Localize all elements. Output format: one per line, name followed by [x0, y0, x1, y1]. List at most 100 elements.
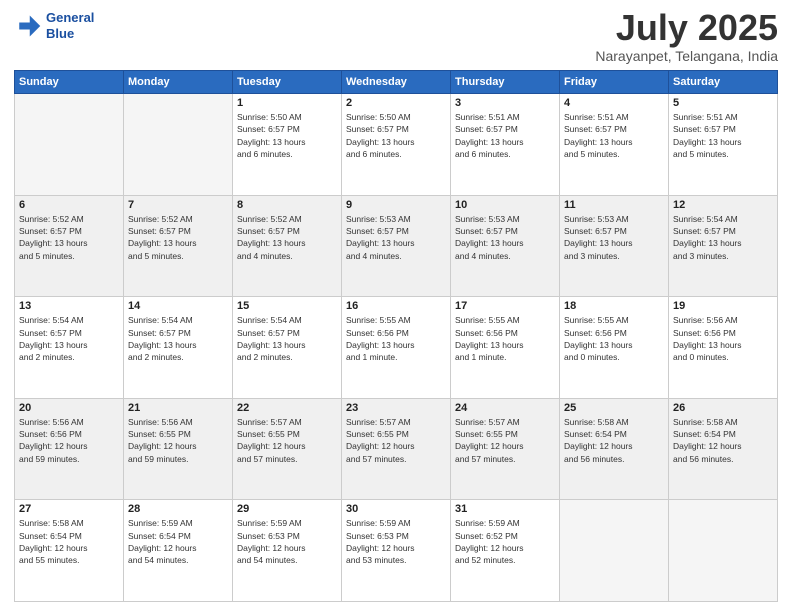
day-info: Sunrise: 5:52 AM Sunset: 6:57 PM Dayligh…: [237, 213, 337, 262]
calendar-header-wednesday: Wednesday: [342, 71, 451, 94]
calendar-header-sunday: Sunday: [15, 71, 124, 94]
calendar-week-row: 6 Sunrise: 5:52 AM Sunset: 6:57 PM Daylig…: [15, 195, 778, 297]
day-number: 3: [455, 97, 555, 109]
day-number: 24: [455, 402, 555, 414]
calendar-cell: [560, 500, 669, 602]
day-number: 31: [455, 503, 555, 515]
calendar-week-row: 1Sunrise: 5:50 AM Sunset: 6:57 PM Daylig…: [15, 94, 778, 196]
day-number: 12: [673, 199, 773, 211]
day-number: 8: [237, 199, 337, 211]
calendar-cell: 3 Sunrise: 5:51 AM Sunset: 6:57 PM Daylig…: [451, 94, 560, 196]
day-number: 5: [673, 97, 773, 109]
logo-icon: [14, 12, 42, 40]
calendar-cell: 11 Sunrise: 5:53 AM Sunset: 6:57 PM Dayli…: [560, 195, 669, 297]
calendar-week-row: 20Sunrise: 5:56 AM Sunset: 6:56 PM Dayli…: [15, 398, 778, 500]
calendar-cell: 27 Sunrise: 5:58 AM Sunset: 6:54 PM Dayli…: [15, 500, 124, 602]
logo: General Blue: [14, 10, 94, 41]
calendar-cell: 23Sunrise: 5:57 AM Sunset: 6:55 PM Dayli…: [342, 398, 451, 500]
calendar-cell: [669, 500, 778, 602]
calendar-header-tuesday: Tuesday: [233, 71, 342, 94]
day-info: Sunrise: 5:51 AM Sunset: 6:57 PM Dayligh…: [455, 111, 555, 160]
day-info: Sunrise: 5:54 AM Sunset: 6:57 PM Dayligh…: [237, 314, 337, 363]
calendar-cell: 18Sunrise: 5:55 AM Sunset: 6:56 PM Dayli…: [560, 297, 669, 399]
day-number: 29: [237, 503, 337, 515]
day-number: 14: [128, 300, 228, 312]
calendar-cell: 19 Sunrise: 5:56 AM Sunset: 6:56 PM Dayli…: [669, 297, 778, 399]
day-number: 19: [673, 300, 773, 312]
day-number: 11: [564, 199, 664, 211]
calendar-cell: 5 Sunrise: 5:51 AM Sunset: 6:57 PM Daylig…: [669, 94, 778, 196]
day-info: Sunrise: 5:57 AM Sunset: 6:55 PM Dayligh…: [237, 416, 337, 465]
calendar-cell: 15Sunrise: 5:54 AM Sunset: 6:57 PM Dayli…: [233, 297, 342, 399]
header: General Blue July 2025 Narayanpet, Telan…: [14, 10, 778, 64]
day-info: Sunrise: 5:50 AM Sunset: 6:57 PM Dayligh…: [346, 111, 446, 160]
calendar-cell: 7 Sunrise: 5:52 AM Sunset: 6:57 PM Daylig…: [124, 195, 233, 297]
calendar-cell: 25 Sunrise: 5:58 AM Sunset: 6:54 PM Dayli…: [560, 398, 669, 500]
calendar-cell: 13Sunrise: 5:54 AM Sunset: 6:57 PM Dayli…: [15, 297, 124, 399]
day-number: 28: [128, 503, 228, 515]
calendar-cell: [124, 94, 233, 196]
day-info: Sunrise: 5:57 AM Sunset: 6:55 PM Dayligh…: [455, 416, 555, 465]
day-info: Sunrise: 5:53 AM Sunset: 6:57 PM Dayligh…: [346, 213, 446, 262]
day-info: Sunrise: 5:53 AM Sunset: 6:57 PM Dayligh…: [564, 213, 664, 262]
day-info: Sunrise: 5:56 AM Sunset: 6:56 PM Dayligh…: [673, 314, 773, 363]
calendar-cell: 22 Sunrise: 5:57 AM Sunset: 6:55 PM Dayli…: [233, 398, 342, 500]
day-number: 6: [19, 199, 119, 211]
day-number: 4: [564, 97, 664, 109]
calendar-cell: 30 Sunrise: 5:59 AM Sunset: 6:53 PM Dayli…: [342, 500, 451, 602]
calendar-week-row: 27 Sunrise: 5:58 AM Sunset: 6:54 PM Dayli…: [15, 500, 778, 602]
day-number: 27: [19, 503, 119, 515]
page: General Blue July 2025 Narayanpet, Telan…: [0, 0, 792, 612]
day-info: Sunrise: 5:57 AM Sunset: 6:55 PM Dayligh…: [346, 416, 446, 465]
day-info: Sunrise: 5:59 AM Sunset: 6:53 PM Dayligh…: [237, 517, 337, 566]
day-info: Sunrise: 5:54 AM Sunset: 6:57 PM Dayligh…: [128, 314, 228, 363]
calendar-cell: 29 Sunrise: 5:59 AM Sunset: 6:53 PM Dayli…: [233, 500, 342, 602]
day-number: 30: [346, 503, 446, 515]
day-info: Sunrise: 5:53 AM Sunset: 6:57 PM Dayligh…: [455, 213, 555, 262]
day-info: Sunrise: 5:58 AM Sunset: 6:54 PM Dayligh…: [564, 416, 664, 465]
day-info: Sunrise: 5:55 AM Sunset: 6:56 PM Dayligh…: [346, 314, 446, 363]
calendar-table: SundayMondayTuesdayWednesdayThursdayFrid…: [14, 70, 778, 602]
day-number: 21: [128, 402, 228, 414]
day-info: Sunrise: 5:54 AM Sunset: 6:57 PM Dayligh…: [19, 314, 119, 363]
calendar-cell: 24 Sunrise: 5:57 AM Sunset: 6:55 PM Dayli…: [451, 398, 560, 500]
calendar-header-row: SundayMondayTuesdayWednesdayThursdayFrid…: [15, 71, 778, 94]
day-number: 16: [346, 300, 446, 312]
day-info: Sunrise: 5:54 AM Sunset: 6:57 PM Dayligh…: [673, 213, 773, 262]
day-info: Sunrise: 5:51 AM Sunset: 6:57 PM Dayligh…: [673, 111, 773, 160]
calendar-week-row: 13Sunrise: 5:54 AM Sunset: 6:57 PM Dayli…: [15, 297, 778, 399]
logo-text: General Blue: [46, 10, 94, 41]
calendar-cell: 28 Sunrise: 5:59 AM Sunset: 6:54 PM Dayli…: [124, 500, 233, 602]
calendar-cell: 21Sunrise: 5:56 AM Sunset: 6:55 PM Dayli…: [124, 398, 233, 500]
calendar-cell: 8 Sunrise: 5:52 AM Sunset: 6:57 PM Daylig…: [233, 195, 342, 297]
day-info: Sunrise: 5:50 AM Sunset: 6:57 PM Dayligh…: [237, 111, 337, 160]
day-info: Sunrise: 5:52 AM Sunset: 6:57 PM Dayligh…: [19, 213, 119, 262]
calendar-cell: [15, 94, 124, 196]
day-info: Sunrise: 5:56 AM Sunset: 6:56 PM Dayligh…: [19, 416, 119, 465]
calendar-cell: 20Sunrise: 5:56 AM Sunset: 6:56 PM Dayli…: [15, 398, 124, 500]
month-title: July 2025: [595, 10, 778, 46]
day-info: Sunrise: 5:59 AM Sunset: 6:53 PM Dayligh…: [346, 517, 446, 566]
calendar-header-saturday: Saturday: [669, 71, 778, 94]
day-number: 9: [346, 199, 446, 211]
day-info: Sunrise: 5:58 AM Sunset: 6:54 PM Dayligh…: [19, 517, 119, 566]
day-info: Sunrise: 5:52 AM Sunset: 6:57 PM Dayligh…: [128, 213, 228, 262]
day-number: 22: [237, 402, 337, 414]
day-info: Sunrise: 5:59 AM Sunset: 6:54 PM Dayligh…: [128, 517, 228, 566]
day-number: 25: [564, 402, 664, 414]
day-number: 7: [128, 199, 228, 211]
day-info: Sunrise: 5:59 AM Sunset: 6:52 PM Dayligh…: [455, 517, 555, 566]
location-title: Narayanpet, Telangana, India: [595, 48, 778, 64]
title-block: July 2025 Narayanpet, Telangana, India: [595, 10, 778, 64]
calendar-cell: 31 Sunrise: 5:59 AM Sunset: 6:52 PM Dayli…: [451, 500, 560, 602]
day-number: 17: [455, 300, 555, 312]
calendar-cell: 10 Sunrise: 5:53 AM Sunset: 6:57 PM Dayli…: [451, 195, 560, 297]
day-info: Sunrise: 5:55 AM Sunset: 6:56 PM Dayligh…: [564, 314, 664, 363]
calendar-cell: 9 Sunrise: 5:53 AM Sunset: 6:57 PM Daylig…: [342, 195, 451, 297]
day-number: 26: [673, 402, 773, 414]
calendar-cell: 1Sunrise: 5:50 AM Sunset: 6:57 PM Daylig…: [233, 94, 342, 196]
calendar-cell: 6 Sunrise: 5:52 AM Sunset: 6:57 PM Daylig…: [15, 195, 124, 297]
day-info: Sunrise: 5:51 AM Sunset: 6:57 PM Dayligh…: [564, 111, 664, 160]
day-number: 10: [455, 199, 555, 211]
day-info: Sunrise: 5:58 AM Sunset: 6:54 PM Dayligh…: [673, 416, 773, 465]
